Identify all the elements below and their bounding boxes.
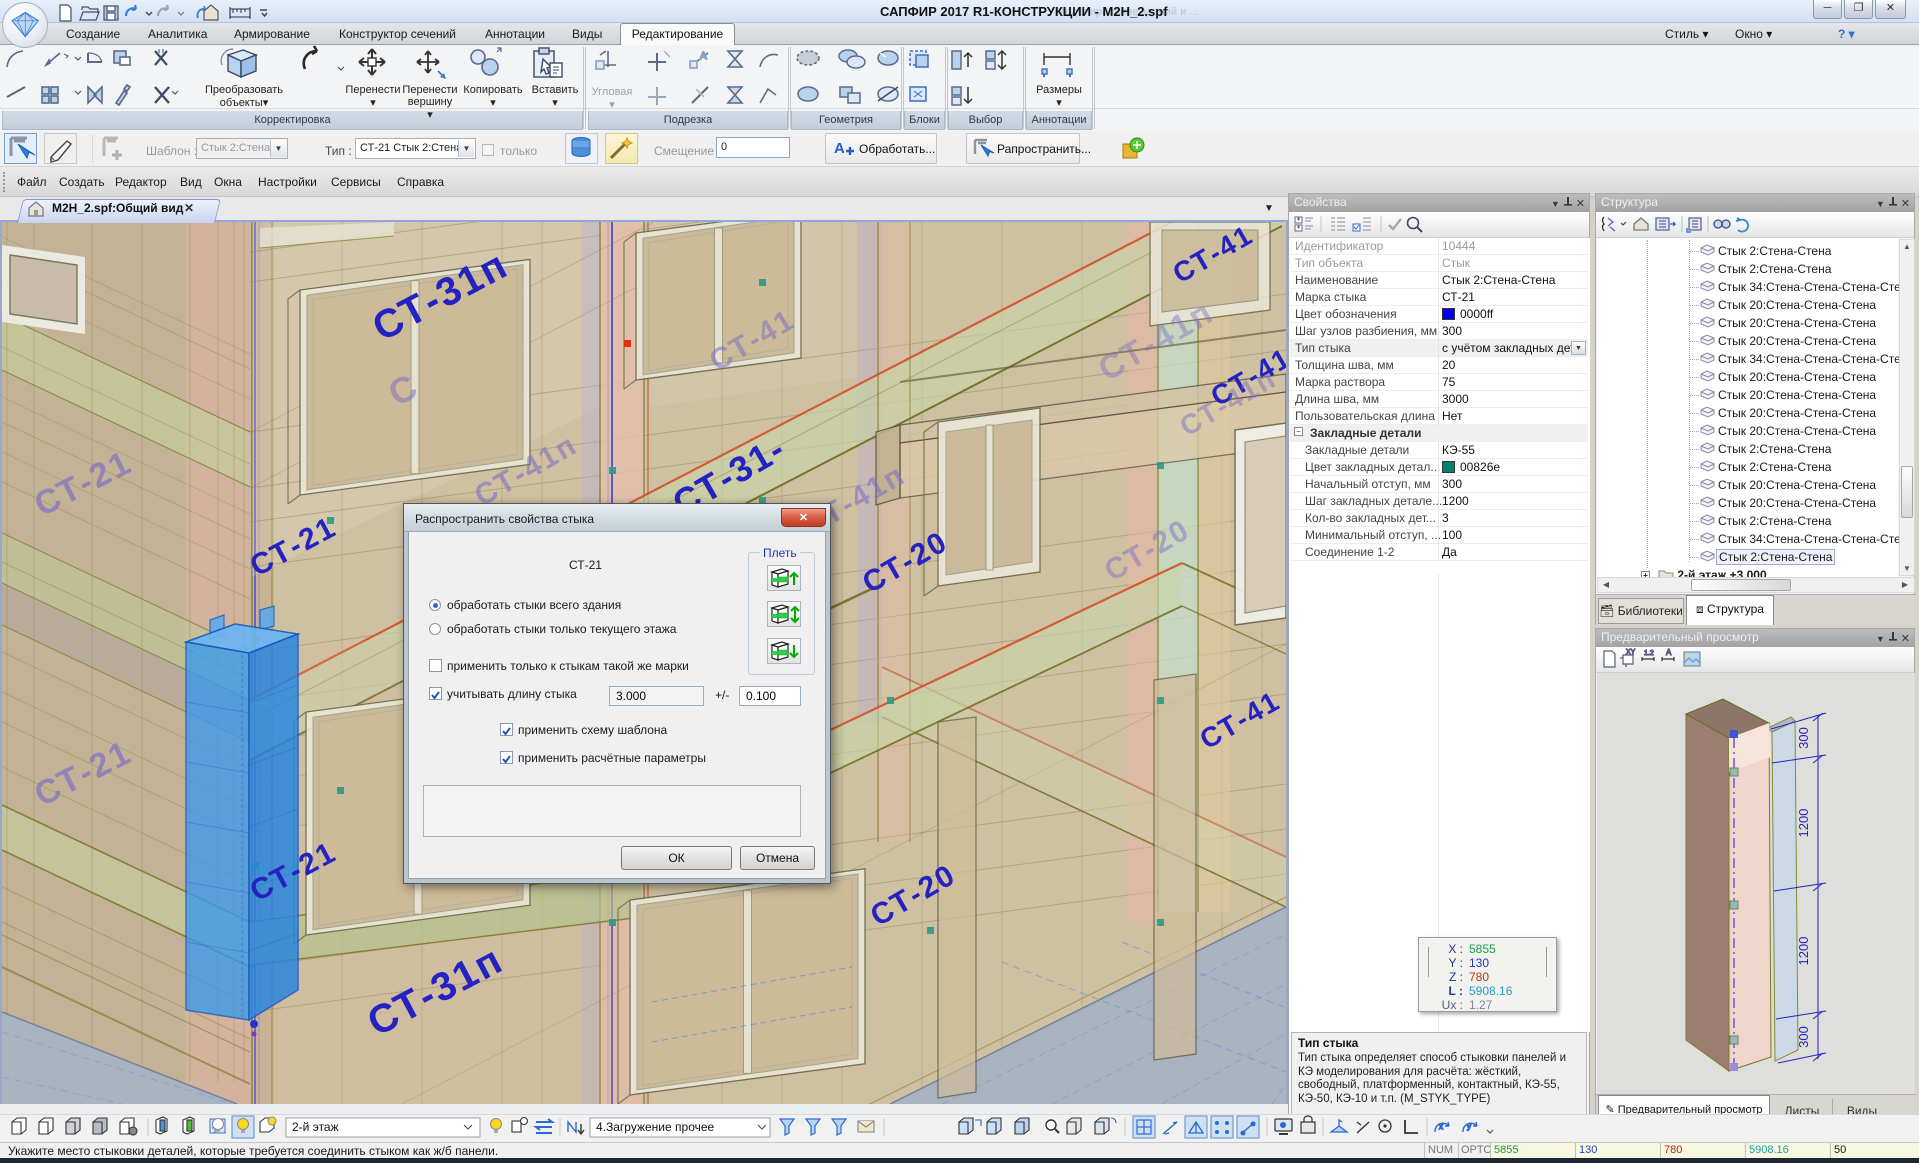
svg-text:A: A [834,140,845,157]
svg-text:A: A [1666,648,1672,657]
svg-text:2-й этаж: 2-й этаж [292,1120,339,1134]
svg-text:y: y [1467,1122,1471,1131]
svg-text:XY: XY [1626,649,1636,656]
svg-text:300: 300 [1796,1026,1811,1048]
svg-text:4.Загружение прочее: 4.Загружение прочее [596,1120,715,1134]
svg-text:300: 300 [1796,727,1811,749]
svg-text:1200: 1200 [1796,809,1811,838]
svg-text:1200: 1200 [1796,937,1811,966]
svg-text:x: x [1439,1122,1443,1131]
svg-text:1.2: 1.2 [1644,650,1654,657]
svg-text:A: A [700,51,707,62]
